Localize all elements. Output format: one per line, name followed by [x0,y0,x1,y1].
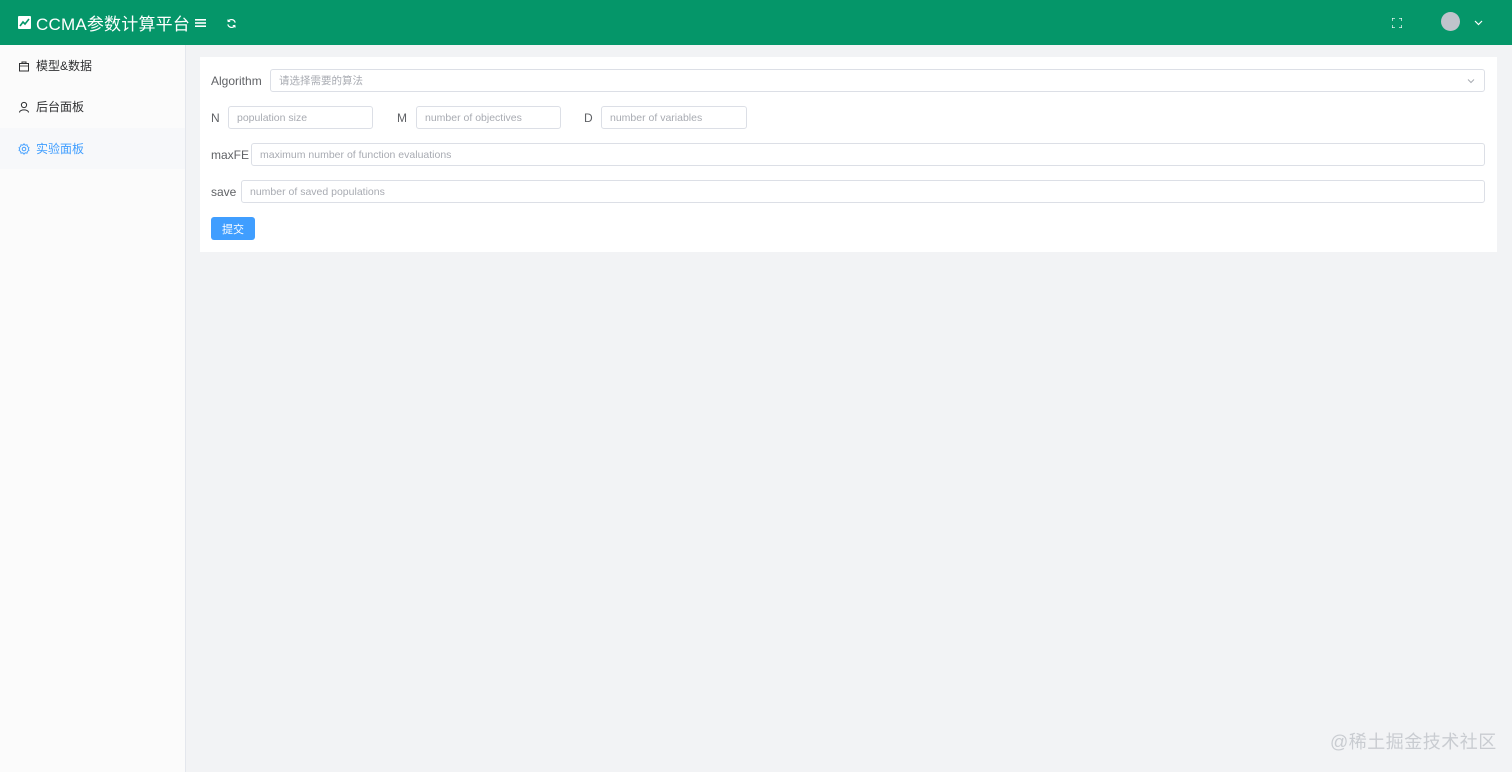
d-label: D [584,111,593,125]
maxfe-input[interactable] [251,143,1485,166]
menu-toggle-button[interactable] [190,13,210,33]
variables-field[interactable] [610,111,746,124]
menu-icon [194,19,206,27]
algorithm-select[interactable]: 请选择需要的算法 [270,69,1485,92]
algorithm-select-placeholder: 请选择需要的算法 [279,75,363,87]
user-icon [18,101,30,113]
save-field[interactable] [250,185,1484,198]
algorithm-label: Algorithm [211,74,262,88]
chevron-down-icon [1474,20,1482,26]
m-label: M [397,111,407,125]
chart-icon [18,16,31,29]
variables-input[interactable] [601,106,747,129]
brand[interactable]: CCMA参数计算平台 [18,0,190,45]
user-dropdown-button[interactable] [1468,13,1488,33]
sidebar-item-label: 模型&数据 [36,59,93,73]
sidebar-item-models-data[interactable]: 模型&数据 [0,45,185,86]
save-input[interactable] [241,180,1485,203]
sidebar-item-experiment[interactable]: 实验面板 [0,128,185,169]
objectives-input[interactable] [416,106,561,129]
watermark: @稀土掘金技术社区 [1330,732,1497,752]
sidebar: 模型&数据 后台面板 实验面板 [0,45,186,772]
bag-icon [18,60,30,72]
sidebar-item-label: 实验面板 [36,142,85,156]
submit-button[interactable]: 提交 [211,217,255,240]
maxfe-field[interactable] [260,148,1484,161]
save-label: save [211,185,237,199]
objectives-field[interactable] [425,111,560,124]
sidebar-item-label: 后台面板 [36,100,85,114]
fullscreen-button[interactable] [1387,13,1407,33]
avatar[interactable] [1441,12,1460,31]
population-size-field[interactable] [237,111,372,124]
top-header: CCMA参数计算平台 [0,0,1512,45]
population-size-input[interactable] [228,106,373,129]
fullscreen-icon [1392,18,1402,28]
experiment-form-card: Algorithm 请选择需要的算法 N M D maxFE save 提交 [200,57,1497,252]
n-label: N [211,111,220,125]
refresh-button[interactable] [221,13,241,33]
maxfe-label: maxFE [211,148,250,162]
app-title: CCMA参数计算平台 [36,15,191,34]
gear-icon [18,142,30,155]
chevron-down-icon [1467,79,1475,84]
sidebar-item-backend[interactable]: 后台面板 [0,86,185,127]
refresh-icon [226,18,236,28]
